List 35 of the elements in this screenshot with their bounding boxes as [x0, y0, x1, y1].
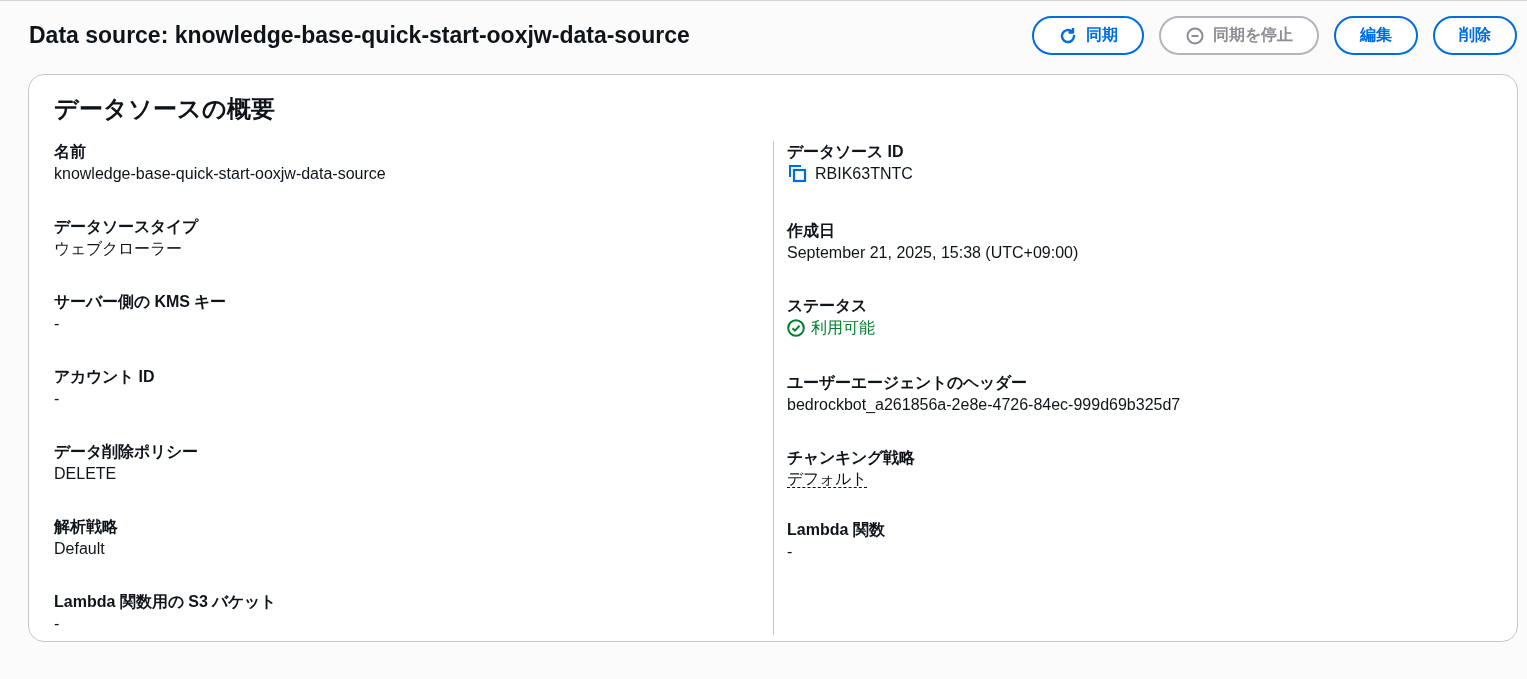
refresh-icon — [1058, 25, 1078, 46]
field-label: ステータス — [787, 296, 868, 316]
field-label: 解析戦略 — [54, 517, 119, 537]
field-value: September 21, 2025, 15:38 (UTC+09:00) — [787, 243, 1079, 263]
field-label: Lambda 関数用の S3 バケット — [54, 592, 278, 612]
popover-link[interactable]: デフォルト — [787, 470, 867, 488]
stop-icon — [1185, 25, 1205, 46]
field-value: - — [54, 614, 60, 634]
copy-icon[interactable] — [787, 163, 809, 185]
field-label: アカウント ID — [54, 367, 156, 387]
section-title: データソースの概要 — [54, 94, 276, 124]
field-label: 名前 — [54, 142, 87, 162]
success-icon — [787, 319, 805, 337]
page-title: Data source: knowledge-base-quick-start-ooxjw-data-source — [29, 22, 690, 49]
field-label: チャンキング戦略 — [787, 448, 916, 468]
action-button[interactable]: 削除 — [1433, 16, 1517, 55]
field-value: Default — [54, 539, 105, 559]
field-value: RBIK63TNTC — [815, 164, 913, 184]
field-label: データソースタイプ — [54, 217, 200, 237]
field-label: データ削除ポリシー — [54, 442, 199, 462]
field-label: サーバー側の KMS キー — [54, 292, 228, 312]
field-value: bedrockbot_a261856a-2e8e-4726-84ec-999d69b325d7 — [787, 395, 1181, 415]
field-label: ユーザーエージェントのヘッダー — [787, 373, 1028, 393]
field-value: knowledge-base-quick-start-ooxjw-data-source — [54, 164, 386, 184]
field-value: ウェブクローラー — [54, 239, 182, 259]
field-label: 作成日 — [787, 221, 836, 241]
field-value: - — [787, 542, 793, 562]
field-label: Lambda 関数 — [787, 520, 886, 540]
field-value: - — [54, 389, 60, 409]
action-button[interactable]: 編集 — [1334, 16, 1418, 55]
field-label: データソース ID — [787, 142, 905, 162]
field-value: - — [54, 314, 60, 334]
status-text: 利用可能 — [811, 318, 875, 338]
field-value: DELETE — [54, 464, 117, 484]
action-button[interactable]: 同期 — [1032, 16, 1144, 55]
